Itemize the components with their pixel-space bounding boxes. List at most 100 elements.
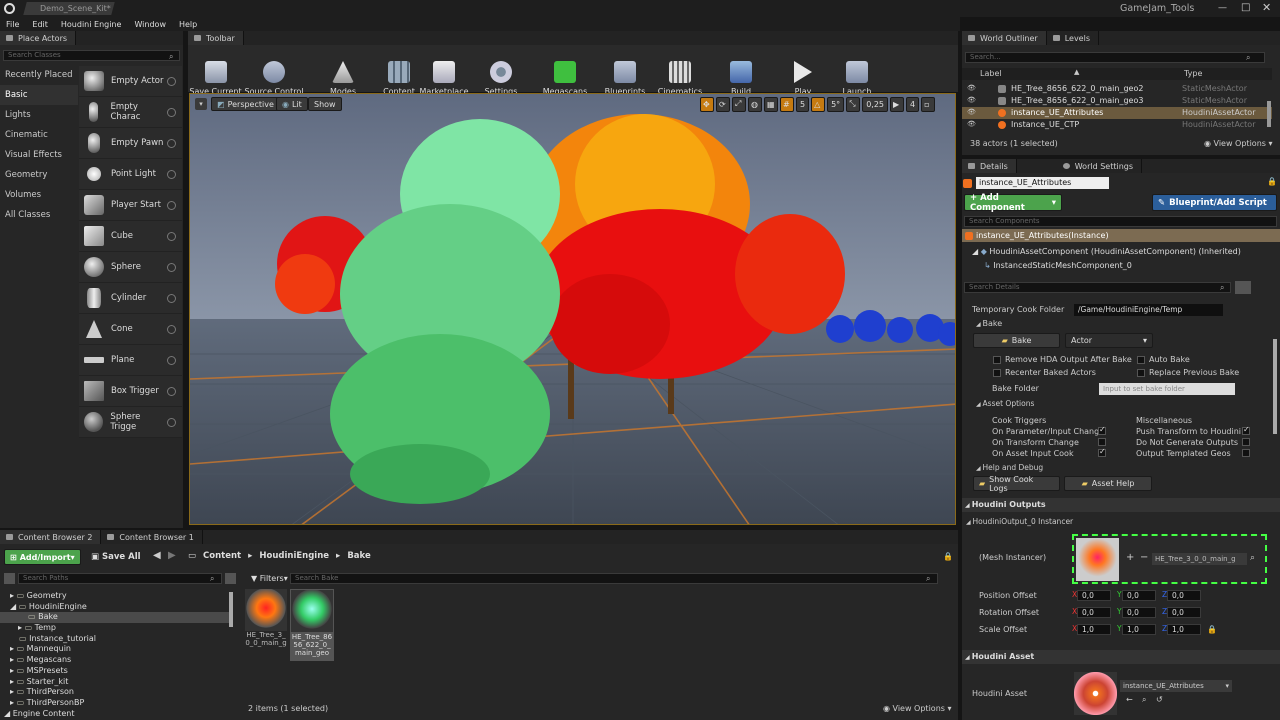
checkbox[interactable]	[1242, 438, 1250, 446]
filters-button[interactable]: ▼ Filters ▾	[246, 572, 293, 585]
value-field[interactable]: 0,0	[1167, 607, 1201, 618]
menu-houdini-engine[interactable]: Houdini Engine	[61, 20, 122, 29]
info-icon[interactable]	[167, 293, 176, 303]
mesh-select[interactable]: HE_Tree_3_0_0_main_g	[1152, 553, 1247, 565]
info-icon[interactable]	[167, 169, 176, 179]
checkbox[interactable]	[1242, 449, 1250, 457]
asset-use-icon[interactable]: ←	[1126, 695, 1133, 704]
actor-item[interactable]: Empty Charac	[79, 97, 182, 128]
value-field[interactable]: 0,0	[1077, 590, 1111, 601]
play-button[interactable]: Play	[773, 42, 833, 98]
checkbox[interactable]	[1242, 425, 1250, 435]
camera-speed-icon[interactable]: ▶	[890, 96, 904, 112]
source-control-button[interactable]: Source Control	[243, 42, 305, 98]
menu-window[interactable]: Window	[134, 20, 166, 29]
output-instancer-header[interactable]: ◢ HoudiniOutput_0 Instancer	[966, 517, 1073, 526]
bake-type-select[interactable]: Actor ▾	[1065, 333, 1153, 348]
temp-cook-folder-field[interactable]: /Game/HoudiniEngine/Temp	[1074, 304, 1223, 316]
info-icon[interactable]	[167, 200, 176, 210]
content-view-options[interactable]: ◉ View Options ▾	[883, 704, 952, 713]
asset-tile-selected[interactable]: HE_Tree_8656_622_0_main_geo	[290, 589, 334, 661]
breadcrumb-content[interactable]: Content	[203, 551, 241, 561]
actor-item[interactable]: Cone	[79, 314, 182, 345]
houdini-asset-select[interactable]: instance_UE_Attributes ▾	[1120, 680, 1232, 692]
tab-details[interactable]: Details	[962, 159, 1017, 173]
info-icon[interactable]	[167, 107, 177, 117]
scale-snap-value[interactable]: 0,25	[862, 96, 888, 112]
checkbox[interactable]	[1098, 425, 1106, 435]
category-all-classes[interactable]: All Classes	[0, 205, 78, 225]
houdini-asset-thumbnail[interactable]	[1074, 672, 1117, 715]
bake-section-header[interactable]: ◢ Bake	[976, 319, 1002, 328]
tree-toggle-icon[interactable]	[4, 573, 15, 584]
view-toggle-icon[interactable]	[225, 573, 236, 584]
content-button[interactable]: Content	[381, 42, 417, 98]
actor-item[interactable]: Empty Pawn	[79, 128, 182, 159]
menu-file[interactable]: File	[6, 20, 19, 29]
bake-button[interactable]: ▰ Bake	[973, 333, 1060, 348]
details-scrollbar[interactable]	[1273, 339, 1277, 434]
component-root[interactable]: instance_UE_Attributes(Instance)	[962, 229, 1280, 242]
checkbox[interactable]	[1137, 368, 1145, 377]
browse-icon[interactable]: ⌕	[1250, 553, 1255, 563]
info-icon[interactable]	[167, 76, 176, 86]
save-all-button[interactable]: ▣ Save All	[86, 549, 146, 565]
visibility-eye-icon[interactable]: 👁	[967, 108, 976, 116]
tree-item-geometry[interactable]: ▸ ▭ Geometry	[10, 591, 230, 602]
category-cinematic[interactable]: Cinematic	[0, 125, 78, 145]
mesh-thumbnail[interactable]	[1076, 538, 1119, 581]
table-row[interactable]: 👁 instance_UE_Attributes HoudiniAssetActor	[962, 107, 1272, 119]
level-viewport[interactable]: ▾ ◩ Perspective ◉ Lit Show ✥ ⟳ ⤢ ◍ ▦ # 5 △…	[189, 93, 956, 525]
houdini-outputs-header[interactable]: ◢ Houdini Outputs	[962, 498, 1280, 512]
tree-item-instance-tutorial[interactable]: ▭ Instance_tutorial	[10, 634, 230, 645]
z-field[interactable]: Z 0,0	[1162, 607, 1201, 618]
grid-snap-value[interactable]: 5	[796, 96, 810, 112]
remove-hda-option[interactable]: Remove HDA Output After Bake	[993, 355, 1132, 364]
x-field[interactable]: X 0,0	[1072, 607, 1111, 618]
tab-levels[interactable]: Levels	[1046, 31, 1099, 45]
tree-item-bake[interactable]: ▭ Bake	[0, 612, 230, 624]
lock-icon[interactable]: 🔒	[943, 552, 953, 561]
category-recently-placed[interactable]: Recently Placed	[0, 65, 78, 85]
breadcrumb-houdiniengine[interactable]: HoudiniEngine	[259, 551, 329, 561]
asset-help-button[interactable]: ▰ Asset Help	[1064, 476, 1152, 491]
tab-world-settings[interactable]: World Settings	[1056, 159, 1143, 173]
tree-item-mspresets[interactable]: ▸ ▭ MSPresets	[10, 666, 230, 677]
value-field[interactable]: 1,0	[1077, 624, 1111, 635]
maximize-button[interactable]: □	[1241, 2, 1250, 13]
label-column-header[interactable]: Label	[980, 69, 1002, 78]
add-component-button[interactable]: + Add Component ▾	[964, 193, 1062, 213]
value-field[interactable]: 1,0	[1122, 624, 1156, 635]
info-icon[interactable]	[167, 324, 176, 334]
world-icon[interactable]: ◍	[748, 96, 762, 112]
level-tab[interactable]: Demo_Scene_Kit*	[23, 2, 115, 15]
y-field[interactable]: Y 0,0	[1117, 607, 1156, 618]
marketplace-button[interactable]: Marketplace	[417, 42, 471, 98]
replace-previous-option[interactable]: Replace Previous Bake	[1137, 368, 1239, 377]
value-field[interactable]: 0,0	[1077, 607, 1111, 618]
camera-speed-value[interactable]: 4	[906, 96, 920, 112]
houdini-asset-header[interactable]: ◢ Houdini Asset	[962, 650, 1280, 664]
x-field[interactable]: X 1,0	[1072, 624, 1111, 635]
back-arrow-icon[interactable]: ◀	[153, 550, 161, 561]
info-icon[interactable]	[167, 231, 176, 241]
search-details-input[interactable]: Search Details	[964, 282, 1231, 293]
tree-scrollbar[interactable]	[229, 592, 233, 627]
perspective-button[interactable]: ◩ Perspective	[211, 97, 280, 111]
help-debug-header[interactable]: ◢ Help and Debug	[976, 463, 1043, 472]
tree-item-engine-content[interactable]: ◢ Engine Content	[4, 709, 230, 720]
y-field[interactable]: Y 0,0	[1117, 590, 1156, 601]
visibility-eye-icon[interactable]: 👁	[967, 96, 976, 104]
search-paths-input[interactable]: Search Paths	[18, 573, 222, 584]
value-field[interactable]: 0,0	[1122, 607, 1156, 618]
info-icon[interactable]	[167, 138, 176, 148]
component-houdini[interactable]: ◢ ◆ HoudiniAssetComponent (HoudiniAssetC…	[972, 247, 1241, 256]
tab-content-browser-1[interactable]: Content Browser 1	[101, 530, 203, 544]
modes-button[interactable]: Modes	[305, 42, 381, 98]
minimize-button[interactable]: —	[1218, 3, 1227, 13]
type-column-header[interactable]: Type	[1184, 69, 1202, 78]
blueprints-button[interactable]: Blueprints	[599, 42, 651, 98]
menu-edit[interactable]: Edit	[32, 20, 48, 29]
scale-snap-icon[interactable]: ⤡	[846, 96, 861, 112]
checkbox[interactable]	[993, 355, 1001, 364]
